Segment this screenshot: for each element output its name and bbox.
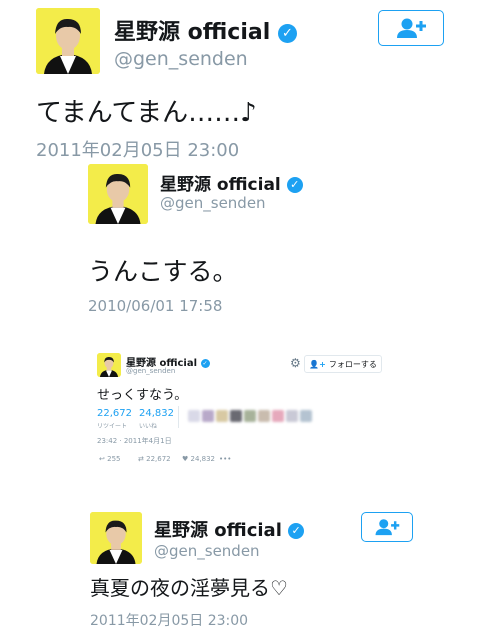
add-user-icon bbox=[397, 18, 426, 38]
display-name-text: 星野源 official bbox=[154, 520, 282, 541]
avatar[interactable] bbox=[36, 8, 100, 74]
retweet-icon: ⇄ bbox=[138, 455, 144, 463]
follow-button-label: フォローする bbox=[328, 359, 377, 369]
display-name-text: 星野源 official bbox=[114, 20, 271, 45]
retweet-count: 22,672 bbox=[146, 455, 171, 463]
person-avatar-icon bbox=[36, 8, 100, 74]
liker-avatar[interactable] bbox=[300, 410, 312, 422]
tweet-timestamp[interactable]: 23:42 · 2011年4月1日 bbox=[97, 436, 172, 446]
user-handle[interactable]: @gen_senden bbox=[160, 194, 266, 212]
gear-icon[interactable]: ⚙ bbox=[290, 356, 301, 370]
person-avatar-icon bbox=[97, 353, 121, 377]
tweet-text: 真夏の夜の淫夢見る♡ bbox=[90, 576, 288, 600]
liker-avatar[interactable] bbox=[258, 410, 270, 422]
liker-avatar[interactable] bbox=[202, 410, 214, 422]
display-name[interactable]: 星野源 official ✓ bbox=[154, 516, 305, 542]
retweet-stat-label: リツイート bbox=[97, 423, 128, 430]
more-options-icon[interactable]: ••• bbox=[219, 455, 231, 463]
tweet-text: せっくすなう。 bbox=[97, 388, 188, 403]
tweet-text: うんこする。 bbox=[88, 257, 238, 286]
like-stat-count[interactable]: 24,832 bbox=[139, 408, 174, 419]
tweet-timestamp[interactable]: 2011年02月05日 23:00 bbox=[90, 610, 248, 630]
avatar[interactable] bbox=[97, 353, 121, 377]
like-stat-label: いいね bbox=[139, 423, 158, 430]
reply-count: 255 bbox=[107, 455, 121, 463]
tweet-text: てまんてまん……♪ bbox=[36, 98, 257, 128]
person-avatar-icon bbox=[88, 164, 148, 224]
reply-icon: ↩ bbox=[99, 455, 105, 463]
user-handle[interactable]: @gen_senden bbox=[126, 367, 175, 375]
follow-button[interactable]: 👤+ フォローする bbox=[304, 355, 382, 373]
liker-avatar[interactable] bbox=[188, 410, 200, 422]
retweet-stat-count[interactable]: 22,672 bbox=[97, 408, 132, 419]
retweet-button[interactable]: ⇄ 22,672 bbox=[138, 455, 171, 463]
add-user-icon: 👤+ bbox=[309, 359, 326, 369]
liker-avatar[interactable] bbox=[286, 410, 298, 422]
follow-button[interactable] bbox=[361, 512, 413, 542]
add-user-icon bbox=[375, 519, 400, 536]
tweet-timestamp[interactable]: 2010/06/01 17:58 bbox=[88, 297, 222, 315]
user-handle[interactable]: @gen_senden bbox=[114, 48, 248, 70]
user-handle[interactable]: @gen_senden bbox=[154, 542, 260, 560]
display-name-text: 星野源 official bbox=[160, 175, 281, 195]
like-button[interactable]: ♥ 24,832 bbox=[182, 455, 215, 463]
person-avatar-icon bbox=[90, 512, 142, 564]
verified-badge-icon: ✓ bbox=[286, 177, 303, 193]
avatar[interactable] bbox=[88, 164, 148, 224]
tweet-timestamp[interactable]: 2011年02月05日 23:00 bbox=[36, 136, 239, 162]
display-name[interactable]: 星野源 official ✓ bbox=[114, 14, 297, 46]
reply-button[interactable]: ↩ 255 bbox=[99, 455, 120, 463]
stats-divider bbox=[178, 406, 179, 428]
liker-avatar[interactable] bbox=[272, 410, 284, 422]
verified-badge-icon: ✓ bbox=[200, 359, 210, 368]
like-count: 24,832 bbox=[190, 455, 216, 463]
verified-badge-icon: ✓ bbox=[288, 523, 305, 539]
verified-badge-icon: ✓ bbox=[277, 24, 297, 43]
heart-icon: ♥ bbox=[182, 455, 189, 463]
avatar[interactable] bbox=[90, 512, 142, 564]
liker-avatar[interactable] bbox=[244, 410, 256, 422]
follow-button[interactable] bbox=[378, 10, 444, 46]
liker-avatar[interactable] bbox=[216, 410, 228, 422]
display-name[interactable]: 星野源 official ✓ bbox=[160, 170, 303, 195]
liker-avatar[interactable] bbox=[230, 410, 242, 422]
